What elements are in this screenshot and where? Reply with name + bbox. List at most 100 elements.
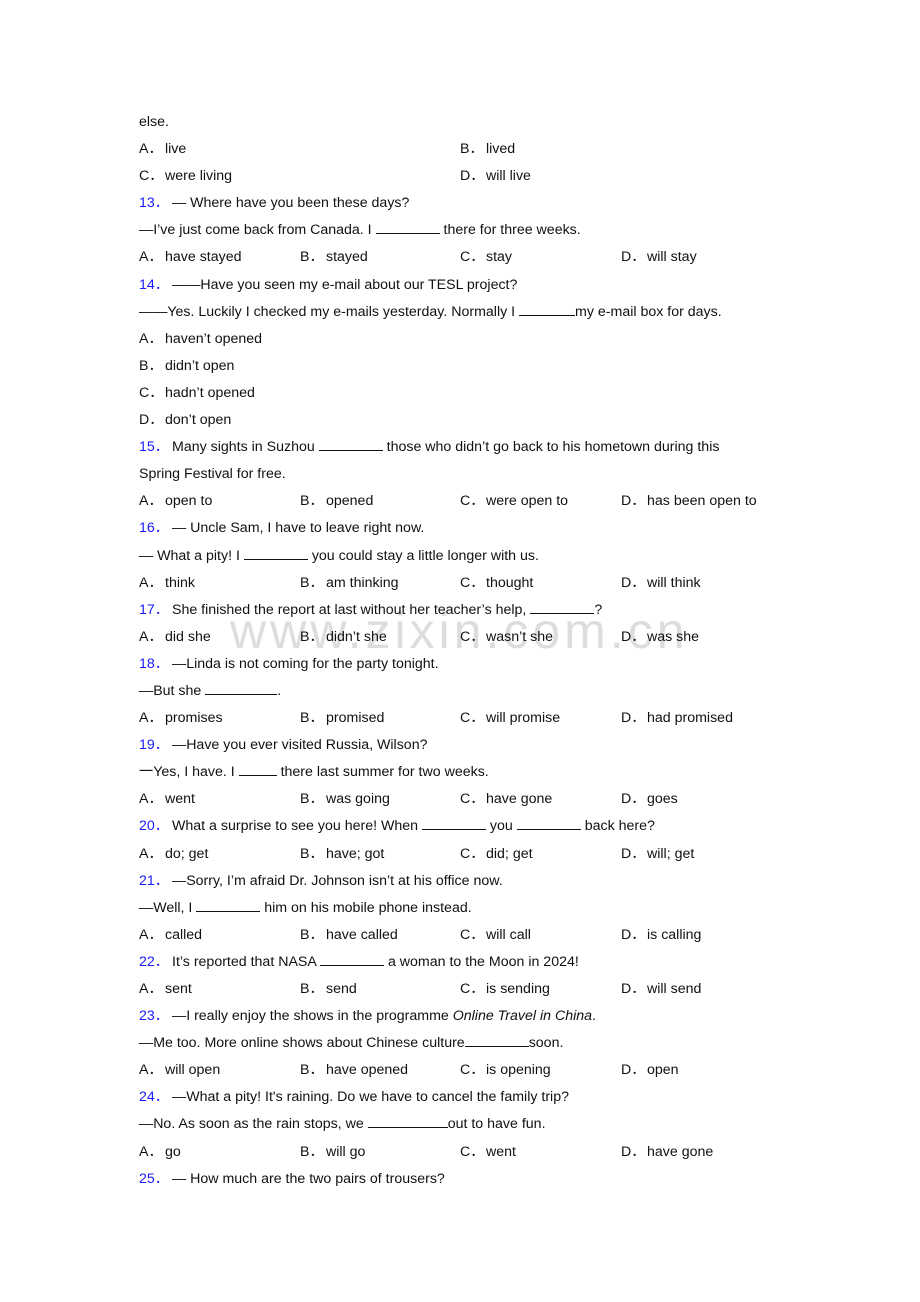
option-text: think [165,574,195,591]
option-d[interactable]: D． don’t open [139,407,231,434]
option-c[interactable]: C． will promise [460,705,560,732]
option-d[interactable]: D． goes [621,786,678,813]
question-text: —I really enjoy the shows in the program… [172,1008,453,1025]
option-text: wasn’t she [486,628,554,645]
option-label: A． [139,249,163,266]
option-c[interactable]: C． were living [139,163,232,190]
question-number: 16． [139,520,169,537]
question-21: 21． —Sorry, I’m afraid Dr. Johnson isn’t … [139,868,789,895]
option-d[interactable]: D． had promised [621,705,733,732]
option-a[interactable]: A． have stayed [139,244,242,271]
answer-blank [243,545,308,560]
option-a[interactable]: A． sent [139,976,192,1003]
option-text: did; get [486,845,533,862]
option-label: B． [300,628,324,645]
option-b[interactable]: B． didn’t open [139,353,234,380]
option-d[interactable]: D． open [621,1057,679,1084]
option-a[interactable]: A． called [139,922,202,949]
option-text: have gone [647,1143,714,1160]
option-c[interactable]: C． did; get [460,841,533,868]
option-text: has been open to [647,493,757,510]
option-a[interactable]: A． went [139,786,195,813]
question-14-option-c: C． hadn’t opened [139,380,789,407]
question-23-options: A． will open B． have opened C． is opening D… [139,1057,789,1084]
option-label: A． [139,330,163,347]
answer-blank [367,1113,448,1129]
option-d[interactable]: D． was she [621,624,699,651]
question-15-options: A． open to B． opened C． were open to D． has … [139,488,789,515]
option-text: have opened [326,1062,409,1079]
question-text: there last summer for two weeks. [276,764,489,781]
option-text: goes [647,791,678,808]
option-c[interactable]: C． is sending [460,976,550,1003]
question-19: 19． —Have you ever visited Russia, Wilson… [139,732,789,759]
option-c[interactable]: C． have gone [460,786,552,813]
option-a[interactable]: A． do; get [139,841,208,868]
option-c[interactable]: C． hadn’t opened [139,380,255,407]
option-a[interactable]: A． promises [139,705,223,732]
question-14-option-d: D． don’t open [139,407,789,434]
question-number: 25． [139,1170,169,1187]
question-text: out to have fun. [447,1116,546,1133]
option-label: D． [621,1143,646,1160]
option-label: C． [460,791,485,808]
question-number: 21． [139,872,169,889]
option-c[interactable]: C． stay [460,244,512,271]
option-c[interactable]: C． were open to [460,488,568,515]
option-a[interactable]: A． think [139,570,195,597]
question-text: ——Have you seen my e-mail about our TESL… [172,276,518,293]
option-a[interactable]: A． will open [139,1057,220,1084]
option-d[interactable]: D． will; get [621,841,694,868]
option-b[interactable]: B． was going [300,786,390,813]
option-a[interactable]: A． open to [139,488,212,515]
option-b[interactable]: B． will go [300,1139,365,1166]
question-text: What a surprise to see you here! When [172,818,422,835]
question-number: 15． [139,439,169,456]
option-text: is calling [647,926,702,943]
option-text: am thinking [326,574,399,591]
option-c[interactable]: C． thought [460,570,533,597]
option-c[interactable]: C． is opening [460,1057,551,1084]
answer-blank [464,1032,529,1048]
question-text: She finished the report at last without … [172,601,531,618]
option-b[interactable]: B． didn’t she [300,624,387,651]
option-c[interactable]: C． wasn’t she [460,624,553,651]
option-c[interactable]: C． will call [460,922,531,949]
option-d[interactable]: D． have gone [621,1139,713,1166]
option-a[interactable]: A． go [139,1139,181,1166]
question-text: It’s reported that NASA [172,953,320,970]
option-b[interactable]: B． lived [460,136,515,163]
question-text: —But she [139,682,206,699]
option-d[interactable]: D． will think [621,570,701,597]
option-d[interactable]: D． will send [621,976,701,1003]
option-b[interactable]: B． stayed [300,244,368,271]
question-24-options: A． go B． will go C． went D． have gone [139,1139,789,1166]
answer-blank [519,301,576,316]
question-text: — Uncle Sam, I have to leave right now. [172,520,425,537]
option-a[interactable]: A． haven’t opened [139,326,262,353]
option-label: B． [300,493,324,510]
option-d[interactable]: D． will live [460,163,531,190]
option-label: D． [621,710,646,727]
option-text: will promise [486,710,561,727]
option-b[interactable]: B． am thinking [300,570,399,597]
option-a[interactable]: A． live [139,136,186,163]
option-b[interactable]: B． opened [300,488,373,515]
option-d[interactable]: D． is calling [621,922,701,949]
question-17: 17． She finished the report at last witho… [139,597,789,624]
option-a[interactable]: A． did she [139,624,211,651]
option-b[interactable]: B． have; got [300,841,384,868]
option-b[interactable]: B． send [300,976,357,1003]
option-c[interactable]: C． went [460,1139,516,1166]
option-text: will; get [647,845,695,862]
question-text: ——Yes. Luckily I checked my e-mails yest… [139,303,520,320]
option-b[interactable]: B． have called [300,922,398,949]
option-text: didn’t open [165,357,235,374]
option-d[interactable]: D． has been open to [621,488,757,515]
option-text: were open to [486,493,569,510]
option-b[interactable]: B． have opened [300,1057,408,1084]
option-label: A． [139,628,163,645]
option-label: B． [300,574,324,591]
option-b[interactable]: B． promised [300,705,384,732]
option-d[interactable]: D． will stay [621,244,697,271]
